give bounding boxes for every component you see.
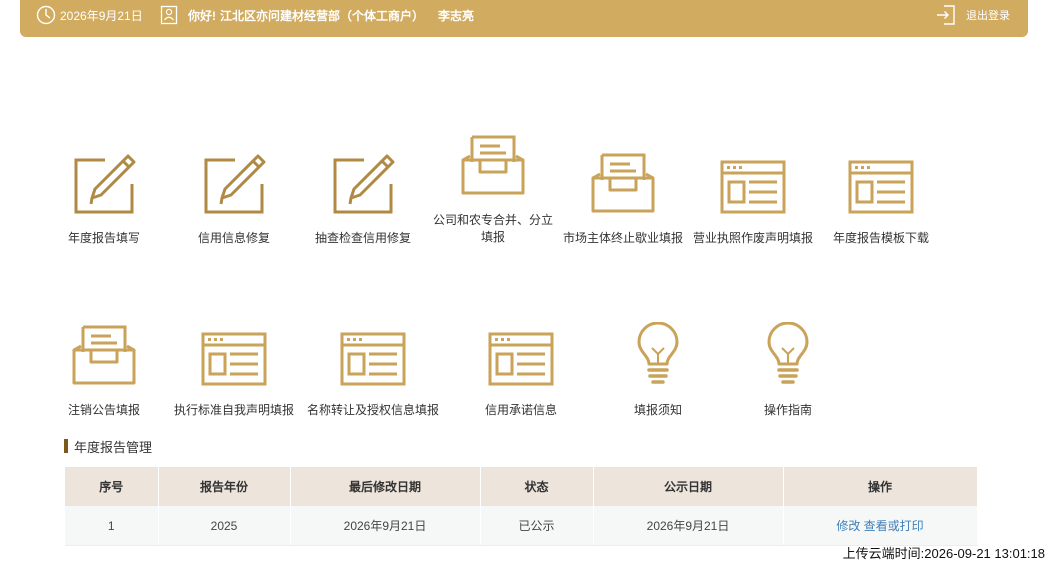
edit-link[interactable]: 修改 xyxy=(836,519,860,533)
date-text: 2026年9月21日 xyxy=(60,8,143,23)
cell-no: 1 xyxy=(65,506,159,546)
cell-actions: 修改 查看或打印 xyxy=(783,506,978,546)
tile-label: 公司和农专合并、分立填报 xyxy=(432,213,553,244)
tile-label: 抽查检查信用修复 xyxy=(314,231,411,245)
col-header-status: 状态 xyxy=(480,467,594,506)
section-title: 年度报告管理 xyxy=(64,437,152,455)
section-marker xyxy=(64,439,68,453)
tile-label: 年度报告模板下载 xyxy=(832,231,929,245)
col-header-publish: 公示日期 xyxy=(593,467,784,506)
tile-filing-notice[interactable]: 填报须知 xyxy=(620,322,696,419)
col-header-year: 报告年份 xyxy=(158,467,291,506)
greeting-text: 你好! xyxy=(188,8,216,23)
edit-icon xyxy=(310,150,416,216)
logout-icon xyxy=(936,4,956,26)
form-icon xyxy=(168,330,300,386)
tile-termination[interactable]: 市场主体终止歇业填报 xyxy=(558,150,688,247)
tile-name-transfer[interactable]: 名称转让及授权信息填报 xyxy=(300,330,446,419)
tile-standard-declaration[interactable]: 执行标准自我声明填报 xyxy=(168,330,300,419)
tile-label: 信用承诺信息 xyxy=(484,403,557,417)
edit-icon xyxy=(192,150,276,216)
tile-cancellation-notice[interactable]: 注销公告填报 xyxy=(64,322,144,419)
inbox-icon xyxy=(426,132,560,196)
table-row: 1 2025 2026年9月21日 已公示 2026年9月21日 修改 查看或打… xyxy=(65,506,978,546)
tile-label: 操作指南 xyxy=(763,403,812,417)
user-icon xyxy=(160,5,178,25)
cell-publish: 2026年9月21日 xyxy=(593,506,784,546)
tile-merger-split[interactable]: 公司和农专合并、分立填报 xyxy=(426,132,560,246)
tile-license-void[interactable]: 营业执照作废声明填报 xyxy=(688,150,818,247)
col-header-action: 操作 xyxy=(783,467,978,506)
tile-credit-commitment[interactable]: 信用承诺信息 xyxy=(474,330,568,419)
form-icon xyxy=(688,150,818,214)
tile-label: 年度报告填写 xyxy=(67,231,140,245)
view-print-link[interactable]: 查看或打印 xyxy=(864,519,924,533)
form-icon xyxy=(826,150,936,214)
date-display: 2026年9月21日 xyxy=(36,0,143,30)
cell-status: 已公示 xyxy=(480,506,594,546)
form-icon xyxy=(474,330,568,386)
col-header-no: 序号 xyxy=(65,467,159,506)
user-greeting: 你好! 江北区亦问建材经营部（个体工商户） 李志亮 xyxy=(160,0,474,30)
top-bar: 2026年9月21日 你好! 江北区亦问建材经营部（个体工商户） 李志亮 退出登… xyxy=(20,0,1028,37)
cell-modified: 2026年9月21日 xyxy=(290,506,481,546)
tile-template-download[interactable]: 年度报告模板下载 xyxy=(826,150,936,247)
tile-inspection-credit-repair[interactable]: 抽查检查信用修复 xyxy=(310,150,416,247)
company-name: 江北区亦问建材经营部（个体工商户） xyxy=(220,8,425,23)
person-name: 李志亮 xyxy=(438,8,475,23)
tile-label: 填报须知 xyxy=(633,403,682,417)
cell-year: 2025 xyxy=(158,506,291,546)
lightbulb-icon xyxy=(620,322,696,386)
tile-label: 营业执照作废声明填报 xyxy=(692,231,813,245)
tile-credit-repair[interactable]: 信用信息修复 xyxy=(192,150,276,247)
tile-label: 信用信息修复 xyxy=(197,231,270,245)
edit-icon xyxy=(64,150,144,216)
tile-label: 市场主体终止歇业填报 xyxy=(562,231,683,245)
logout-button[interactable]: 退出登录 xyxy=(936,0,1010,30)
tile-label: 执行标准自我声明填报 xyxy=(173,403,294,417)
logout-label: 退出登录 xyxy=(966,10,1010,22)
inbox-icon xyxy=(64,322,144,386)
table-header-row: 序号 报告年份 最后修改日期 状态 公示日期 操作 xyxy=(65,467,978,506)
section-title-text: 年度报告管理 xyxy=(74,439,153,455)
annual-report-table: 序号 报告年份 最后修改日期 状态 公示日期 操作 1 2025 2026年9月… xyxy=(65,467,978,546)
tile-label: 名称转让及授权信息填报 xyxy=(306,403,439,417)
tile-label: 注销公告填报 xyxy=(67,403,140,417)
tile-operation-guide[interactable]: 操作指南 xyxy=(750,322,826,419)
inbox-icon xyxy=(558,150,688,214)
tile-annual-report[interactable]: 年度报告填写 xyxy=(64,150,144,247)
upload-time: 上传云端时间:2026-09-21 13:01:18 xyxy=(842,546,1045,561)
form-icon xyxy=(300,330,446,386)
clock-icon xyxy=(36,5,56,25)
lightbulb-icon xyxy=(750,322,826,386)
col-header-modified: 最后修改日期 xyxy=(290,467,481,506)
